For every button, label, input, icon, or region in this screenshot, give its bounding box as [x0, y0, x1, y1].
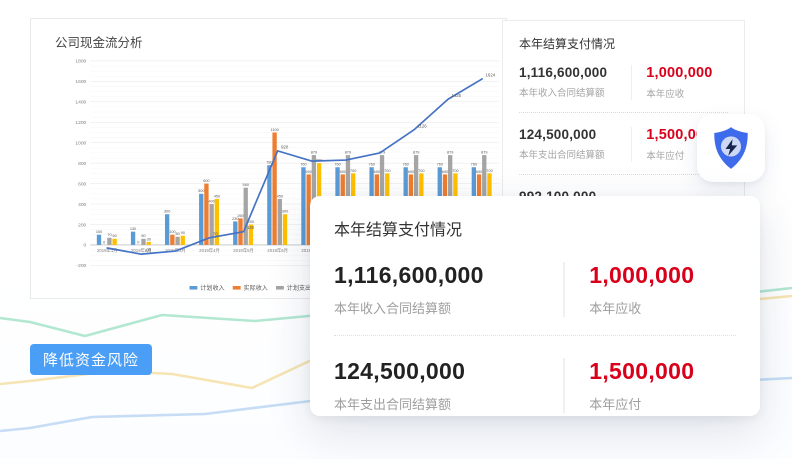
shield-lightning-icon — [710, 125, 752, 171]
svg-text:400: 400 — [209, 199, 215, 203]
svg-text:130: 130 — [247, 225, 255, 230]
svg-text:90: 90 — [181, 231, 185, 235]
svg-text:760: 760 — [334, 163, 340, 167]
svg-text:30: 30 — [147, 237, 151, 241]
svg-text:690: 690 — [408, 170, 414, 174]
receivable: 1,000,000 本年应收 — [631, 65, 728, 100]
svg-text:690: 690 — [306, 170, 312, 174]
svg-text:1425: 1425 — [451, 93, 461, 98]
svg-text:实际收入: 实际收入 — [244, 284, 268, 292]
risk-reduction-tag: 降低资金风险 — [30, 344, 152, 375]
svg-text:600: 600 — [203, 179, 209, 183]
svg-text:600: 600 — [78, 181, 86, 187]
svg-text:1624: 1624 — [486, 72, 496, 77]
svg-text:60: 60 — [113, 234, 117, 238]
popup-income-settlement: 1,116,600,000 本年收入合同结算额 — [334, 262, 563, 317]
svg-text:700: 700 — [384, 169, 390, 173]
divider — [519, 112, 728, 113]
popup-expense-settlement-label: 本年支出合同结算额 — [334, 394, 563, 413]
svg-text:300: 300 — [164, 210, 170, 214]
svg-text:700: 700 — [486, 169, 492, 173]
svg-text:70: 70 — [107, 233, 111, 237]
svg-text:2019年6月: 2019年6月 — [267, 247, 288, 254]
svg-text:690: 690 — [442, 170, 448, 174]
settlement-popup-card[interactable]: 本年结算支付情况 1,116,600,000 本年收入合同结算额 1,000,0… — [310, 196, 760, 416]
svg-text:879: 879 — [345, 151, 351, 155]
svg-text:70: 70 — [213, 231, 218, 236]
svg-text:760: 760 — [403, 163, 409, 167]
svg-text:760: 760 — [437, 163, 443, 167]
svg-text:-200: -200 — [76, 263, 86, 269]
svg-text:2019年4月: 2019年4月 — [199, 247, 220, 254]
svg-text:700: 700 — [350, 169, 356, 173]
svg-text:260: 260 — [237, 214, 243, 218]
svg-text:450: 450 — [277, 194, 283, 198]
popup-income-settlement-value: 1,116,600,000 — [334, 262, 563, 289]
receivable-label: 本年应收 — [646, 86, 728, 100]
popup-payable-value: 1,500,000 — [589, 358, 736, 385]
svg-text:2019年5月: 2019年5月 — [233, 247, 254, 254]
popup-row-income: 1,116,600,000 本年收入合同结算额 1,000,000 本年应收 — [334, 262, 736, 317]
svg-text:100: 100 — [96, 230, 102, 234]
svg-text:879: 879 — [413, 151, 419, 155]
svg-text:760: 760 — [368, 163, 374, 167]
popup-receivable: 1,000,000 本年应收 — [563, 262, 736, 317]
svg-text:760: 760 — [300, 163, 306, 167]
svg-text:200: 200 — [78, 222, 86, 228]
svg-text:450: 450 — [214, 194, 220, 198]
svg-text:0: 0 — [137, 240, 139, 244]
income-settlement-label: 本年收入合同结算额 — [519, 85, 631, 99]
svg-text:1400: 1400 — [75, 100, 86, 106]
popup-payable: 1,500,000 本年应付 — [563, 358, 736, 413]
popup-payable-label: 本年应付 — [589, 394, 736, 413]
svg-text:1600: 1600 — [75, 79, 86, 85]
svg-text:0: 0 — [103, 240, 105, 244]
popup-income-settlement-label: 本年收入合同结算额 — [334, 298, 563, 317]
popup-row-expense: 124,500,000 本年支出合同结算额 1,500,000 本年应付 — [334, 358, 736, 413]
svg-text:500: 500 — [198, 189, 204, 193]
svg-text:1000: 1000 — [75, 140, 86, 146]
svg-text:800: 800 — [78, 161, 86, 167]
popup-receivable-label: 本年应收 — [589, 298, 736, 317]
svg-text:1800: 1800 — [75, 59, 86, 65]
svg-text:1200: 1200 — [75, 120, 86, 126]
svg-text:690: 690 — [374, 170, 380, 174]
expense-settlement: 124,500,000 本年支出合同结算额 — [519, 127, 631, 161]
income-settlement-value: 1,116,600,000 — [519, 65, 631, 80]
svg-text:700: 700 — [418, 169, 424, 173]
svg-text:690: 690 — [340, 170, 346, 174]
popup-title: 本年结算支付情况 — [334, 216, 736, 240]
svg-text:计划收入: 计划收入 — [200, 284, 224, 292]
security-badge-card — [697, 114, 765, 182]
svg-text:560: 560 — [243, 183, 249, 187]
svg-text:300: 300 — [282, 210, 288, 214]
svg-text:879: 879 — [311, 151, 317, 155]
divider — [519, 174, 728, 175]
divider — [334, 335, 736, 336]
svg-text:700: 700 — [452, 169, 458, 173]
svg-text:80: 80 — [175, 232, 179, 236]
svg-text:0: 0 — [84, 243, 87, 249]
popup-receivable-value: 1,000,000 — [589, 262, 736, 289]
svg-text:690: 690 — [476, 170, 482, 174]
svg-text:1100: 1100 — [271, 128, 279, 132]
svg-text:400: 400 — [78, 202, 86, 208]
panel-row-income: 1,116,600,000 本年收入合同结算额 1,000,000 本年应收 — [519, 63, 728, 100]
panel-title: 本年结算支付情况 — [519, 35, 728, 52]
expense-settlement-value: 124,500,000 — [519, 127, 631, 142]
expense-settlement-label: 本年支出合同结算额 — [519, 147, 631, 161]
svg-text:130: 130 — [130, 227, 136, 231]
svg-text:计划支出: 计划支出 — [287, 284, 311, 292]
svg-text:60: 60 — [141, 234, 145, 238]
popup-expense-settlement-value: 124,500,000 — [334, 358, 563, 385]
svg-text:1126: 1126 — [417, 123, 427, 128]
svg-text:879: 879 — [481, 151, 487, 155]
svg-text:879: 879 — [447, 151, 453, 155]
svg-text:920: 920 — [281, 144, 289, 149]
svg-text:-90: -90 — [145, 248, 152, 253]
popup-expense-settlement: 124,500,000 本年支出合同结算额 — [334, 358, 563, 413]
receivable-value: 1,000,000 — [646, 65, 728, 81]
income-settlement: 1,116,600,000 本年收入合同结算额 — [519, 65, 631, 99]
svg-text:760: 760 — [471, 163, 477, 167]
